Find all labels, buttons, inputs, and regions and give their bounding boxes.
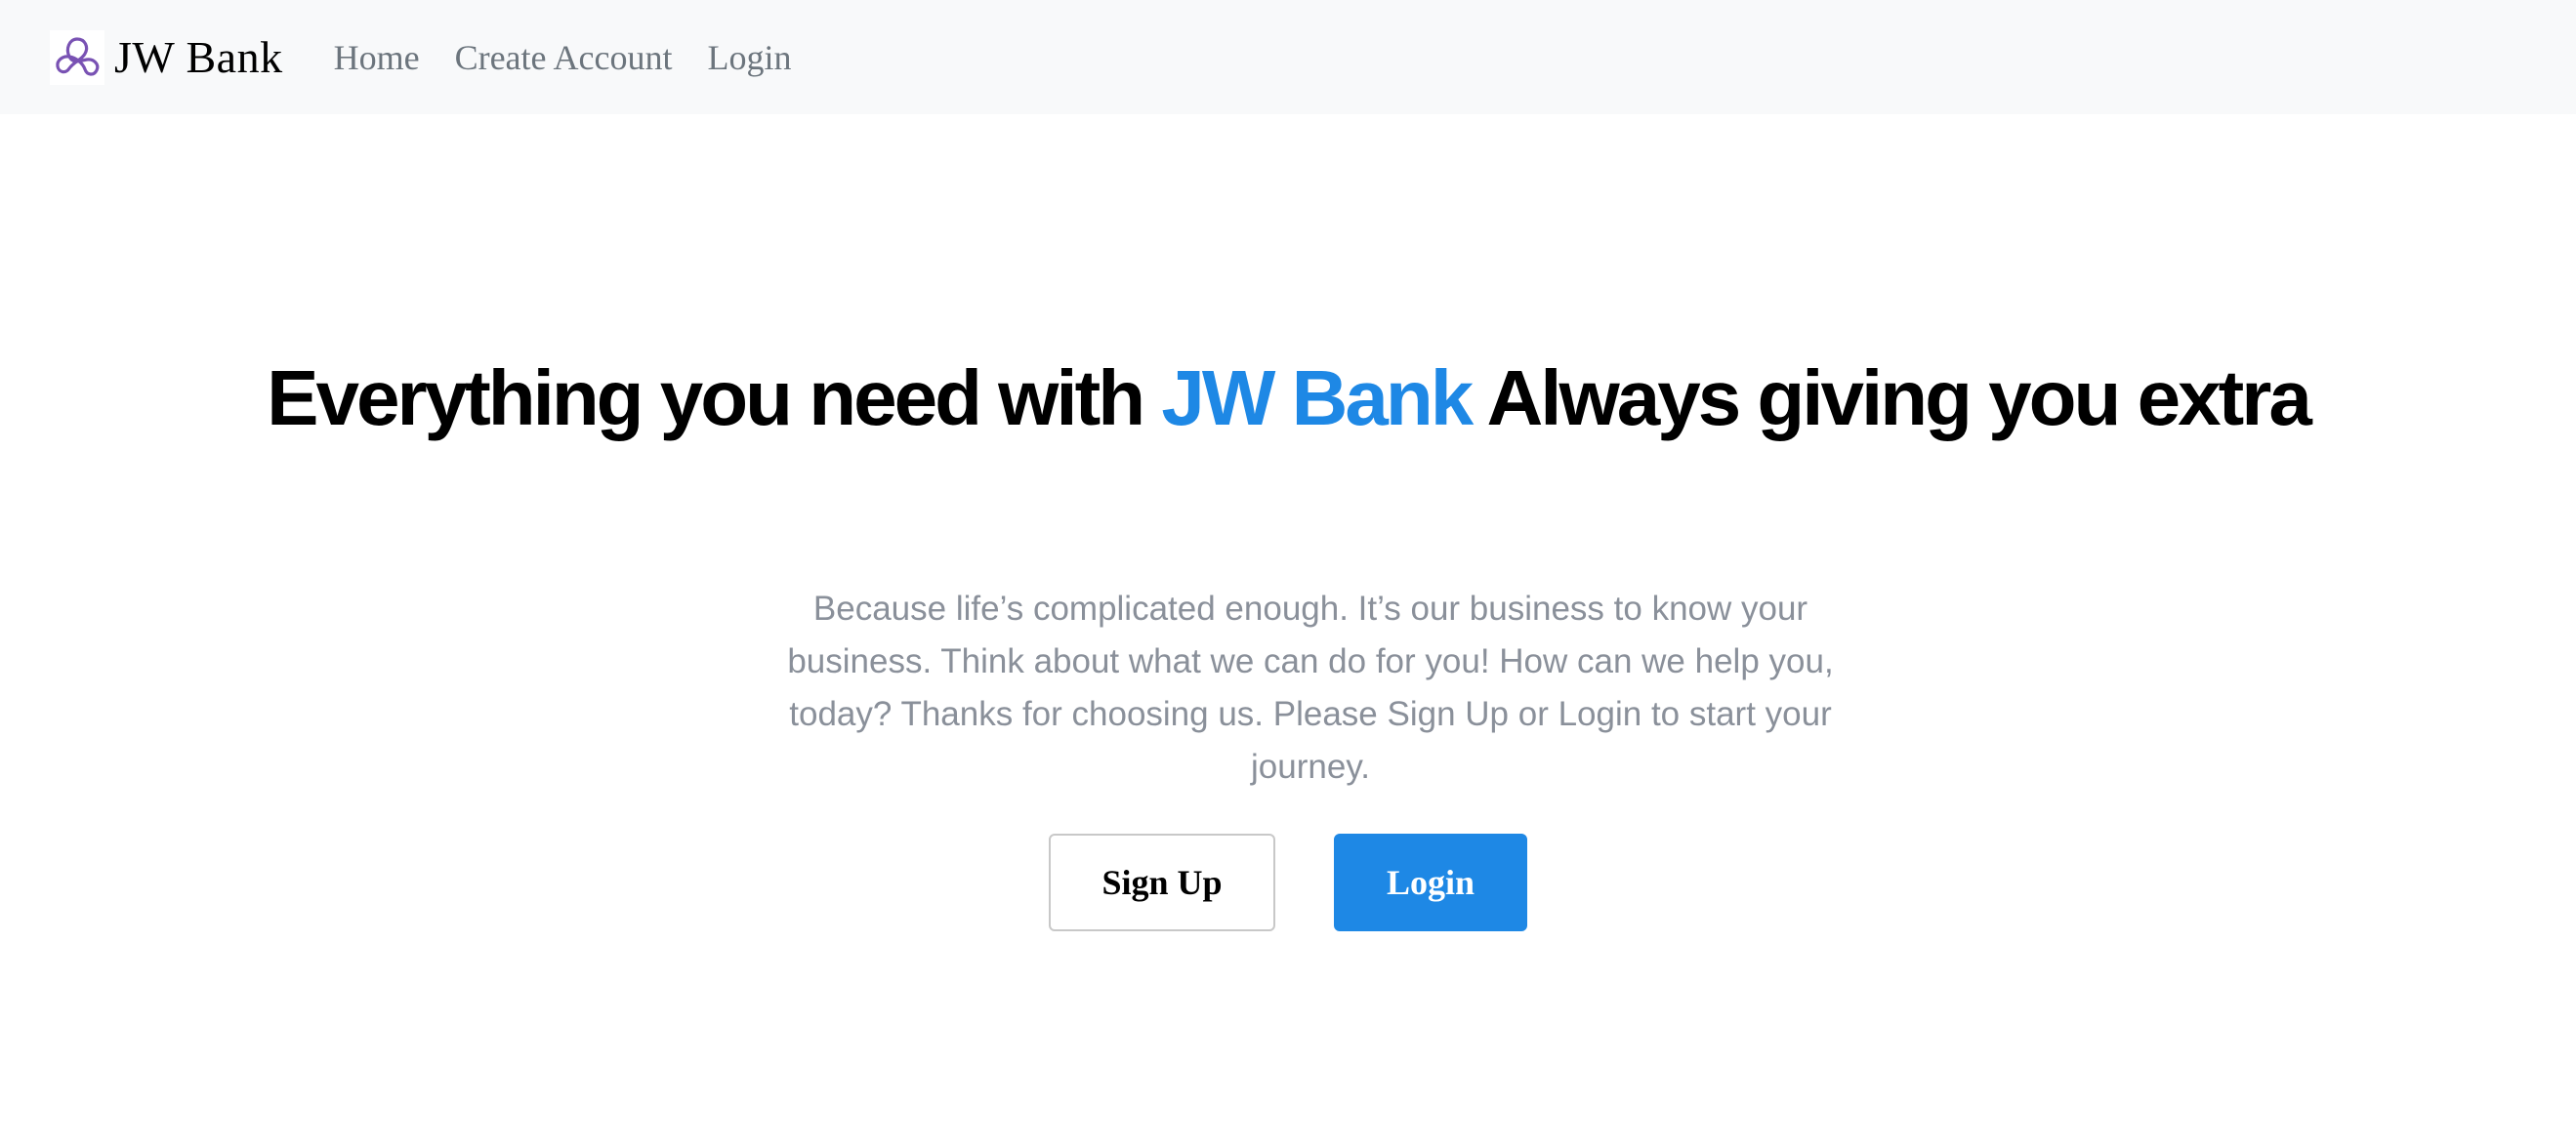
brand-name: JW Bank <box>114 32 283 82</box>
nav-link-home[interactable]: Home <box>334 37 420 78</box>
hero-lead-text: Because life’s complicated enough. It’s … <box>787 590 1834 786</box>
sign-up-button[interactable]: Sign Up <box>1049 834 1275 931</box>
hero-title-accent: JW Bank <box>1161 354 1474 441</box>
hero-title-end: Always giving you extra <box>1471 354 2311 441</box>
trinity-knot-icon <box>50 29 104 85</box>
nav-link-create-account[interactable]: Create Account <box>455 37 673 78</box>
hero-title-start: Everything you need with <box>267 354 1162 441</box>
brand-link[interactable]: JW Bank <box>50 29 283 85</box>
navbar: JW Bank Home Create Account Login <box>0 0 2576 114</box>
login-button[interactable]: Login <box>1334 834 1527 931</box>
nav-link-login[interactable]: Login <box>708 37 792 78</box>
hero-button-row: Sign Up Login <box>0 834 2576 931</box>
hero-title: Everything you need with JW Bank Always … <box>0 354 2576 442</box>
